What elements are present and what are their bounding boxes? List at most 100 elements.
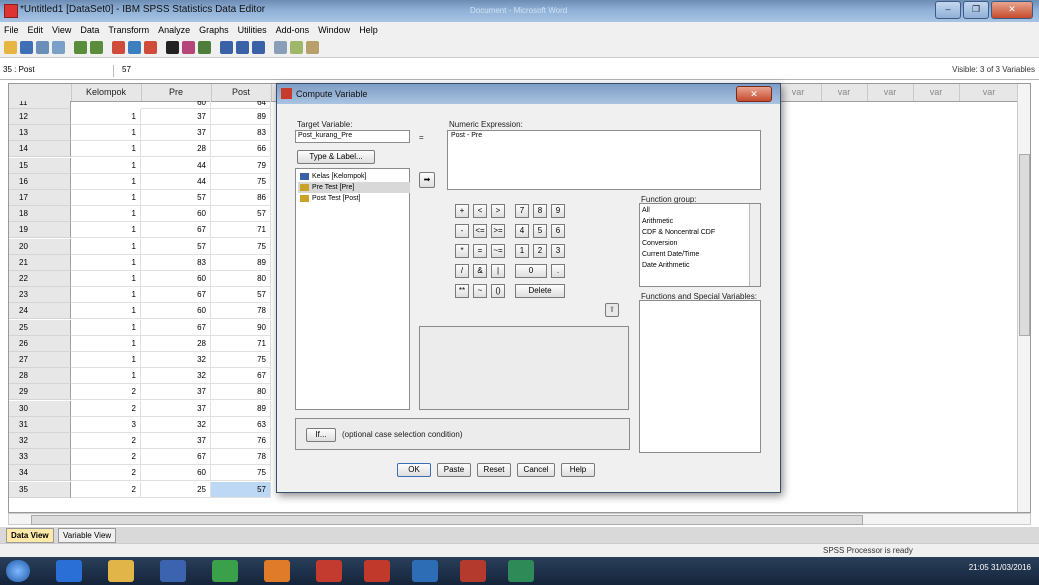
- row-number[interactable]: 17: [9, 190, 71, 206]
- cell-kelompok[interactable]: 1: [71, 109, 141, 125]
- scroll-thumb[interactable]: [31, 515, 863, 525]
- dialog-close-button[interactable]: ✕: [736, 86, 772, 102]
- cell-kelompok[interactable]: 1: [71, 206, 141, 223]
- row-number[interactable]: 26: [9, 335, 71, 352]
- help-button[interactable]: Help: [561, 463, 595, 477]
- key-2[interactable]: 2: [533, 244, 547, 258]
- ok-button[interactable]: OK: [397, 463, 431, 477]
- key-plus[interactable]: +: [455, 204, 469, 218]
- cell-pre[interactable]: 32: [141, 416, 211, 433]
- maximize-button[interactable]: ❐: [963, 1, 989, 19]
- functions-list[interactable]: [639, 300, 761, 453]
- column-header-kelompok[interactable]: Kelompok: [71, 84, 142, 101]
- goto-variable-icon[interactable]: [128, 41, 141, 54]
- column-header-var[interactable]: var: [913, 84, 960, 101]
- row-number[interactable]: 14: [9, 141, 71, 158]
- function-group-item[interactable]: Current Date/Time: [642, 249, 699, 260]
- print-icon[interactable]: [36, 41, 49, 54]
- key-power[interactable]: **: [455, 284, 469, 298]
- cell-pre[interactable]: 25: [141, 481, 211, 498]
- horizontal-scrollbar[interactable]: [8, 513, 1031, 525]
- row-number[interactable]: 21: [9, 254, 71, 271]
- cell-pre[interactable]: 57: [141, 238, 211, 255]
- cell-pre[interactable]: 37: [141, 433, 211, 449]
- redo-icon[interactable]: [90, 41, 103, 54]
- numeric-expression-input[interactable]: Post - Pre: [447, 130, 761, 190]
- target-variable-input[interactable]: Post_kurang_Pre: [295, 130, 410, 143]
- minimize-button[interactable]: –: [935, 1, 961, 19]
- close-button[interactable]: ✕: [991, 1, 1033, 19]
- row-number[interactable]: 20: [9, 238, 71, 255]
- menu-help[interactable]: Help: [359, 25, 378, 35]
- goto-case-icon[interactable]: [112, 41, 125, 54]
- cell-pre[interactable]: 28: [141, 335, 211, 352]
- cell-kelompok[interactable]: 2: [71, 433, 141, 449]
- save-icon[interactable]: [20, 41, 33, 54]
- spss-taskbar-icon[interactable]: [460, 560, 486, 582]
- key-divide[interactable]: /: [455, 264, 469, 278]
- column-header-var[interactable]: var: [821, 84, 868, 101]
- cell-pre[interactable]: 67: [141, 287, 211, 304]
- row-number[interactable]: 34: [9, 465, 71, 482]
- cell-post[interactable]: 90: [211, 319, 271, 336]
- row-number[interactable]: 22: [9, 271, 71, 287]
- clock-time[interactable]: 21:05: [969, 563, 989, 572]
- cell-post[interactable]: 89: [211, 109, 271, 125]
- cell-kelompok[interactable]: 1: [71, 190, 141, 206]
- cell-kelompok[interactable]: 1: [71, 157, 141, 174]
- clock-date[interactable]: 31/03/2016: [991, 563, 1031, 572]
- cell-kelompok[interactable]: 1: [71, 303, 141, 320]
- cell-kelompok[interactable]: 1: [71, 173, 141, 190]
- cell-post[interactable]: 83: [211, 125, 271, 142]
- cell-post[interactable]: 86: [211, 190, 271, 206]
- menu-view[interactable]: View: [52, 25, 71, 35]
- key-not[interactable]: ~: [473, 284, 487, 298]
- key-decimal[interactable]: .: [551, 264, 565, 278]
- transfer-arrow-button[interactable]: ➡: [419, 172, 435, 188]
- cell-post[interactable]: 78: [211, 449, 271, 466]
- tab-data-view[interactable]: Data View: [6, 528, 54, 543]
- menu-transform[interactable]: Transform: [108, 25, 149, 35]
- cell-post[interactable]: 57: [211, 481, 271, 498]
- row-number[interactable]: 29: [9, 384, 71, 401]
- menu-data[interactable]: Data: [80, 25, 99, 35]
- cell-post[interactable]: 80: [211, 384, 271, 401]
- key-less-equal[interactable]: <=: [473, 224, 487, 238]
- cell-kelompok[interactable]: 1: [71, 125, 141, 142]
- cell-post[interactable]: 89: [211, 254, 271, 271]
- menu-file[interactable]: File: [4, 25, 19, 35]
- media-player-icon[interactable]: [160, 560, 186, 582]
- cell-kelompok[interactable]: 3: [71, 416, 141, 433]
- key-1[interactable]: 1: [515, 244, 529, 258]
- cell-pre[interactable]: 67: [141, 222, 211, 239]
- cell-kelompok[interactable]: 1: [71, 352, 141, 368]
- key-or[interactable]: |: [491, 264, 505, 278]
- insert-variable-icon[interactable]: [198, 41, 211, 54]
- row-number[interactable]: 32: [9, 433, 71, 449]
- cell-pre[interactable]: 67: [141, 449, 211, 466]
- column-header-var[interactable]: var: [867, 84, 914, 101]
- cell-post[interactable]: 57: [211, 206, 271, 223]
- cell-kelompok[interactable]: 1: [71, 222, 141, 239]
- key-0[interactable]: 0: [515, 264, 547, 278]
- row-number[interactable]: 16: [9, 173, 71, 190]
- row-number[interactable]: 12: [9, 109, 71, 125]
- scroll-thumb[interactable]: [1019, 154, 1030, 336]
- row-number[interactable]: 30: [9, 400, 71, 417]
- menu-edit[interactable]: Edit: [28, 25, 44, 35]
- if-button[interactable]: If...: [306, 428, 336, 442]
- key-3[interactable]: 3: [551, 244, 565, 258]
- key-5[interactable]: 5: [533, 224, 547, 238]
- cell-post[interactable]: 75: [211, 352, 271, 368]
- function-group-item[interactable]: CDF & Noncentral CDF: [642, 227, 715, 238]
- cell-pre[interactable]: 83: [141, 254, 211, 271]
- open-icon[interactable]: [4, 41, 17, 54]
- cell-pre[interactable]: 44: [141, 157, 211, 174]
- function-group-scrollbar[interactable]: [749, 204, 760, 286]
- cell-kelompok[interactable]: 1: [71, 287, 141, 304]
- cell-kelompok[interactable]: 1: [71, 238, 141, 255]
- reset-button[interactable]: Reset: [477, 463, 511, 477]
- cell-pre[interactable]: 60: [141, 101, 211, 109]
- key-9[interactable]: 9: [551, 204, 565, 218]
- row-number[interactable]: 18: [9, 206, 71, 223]
